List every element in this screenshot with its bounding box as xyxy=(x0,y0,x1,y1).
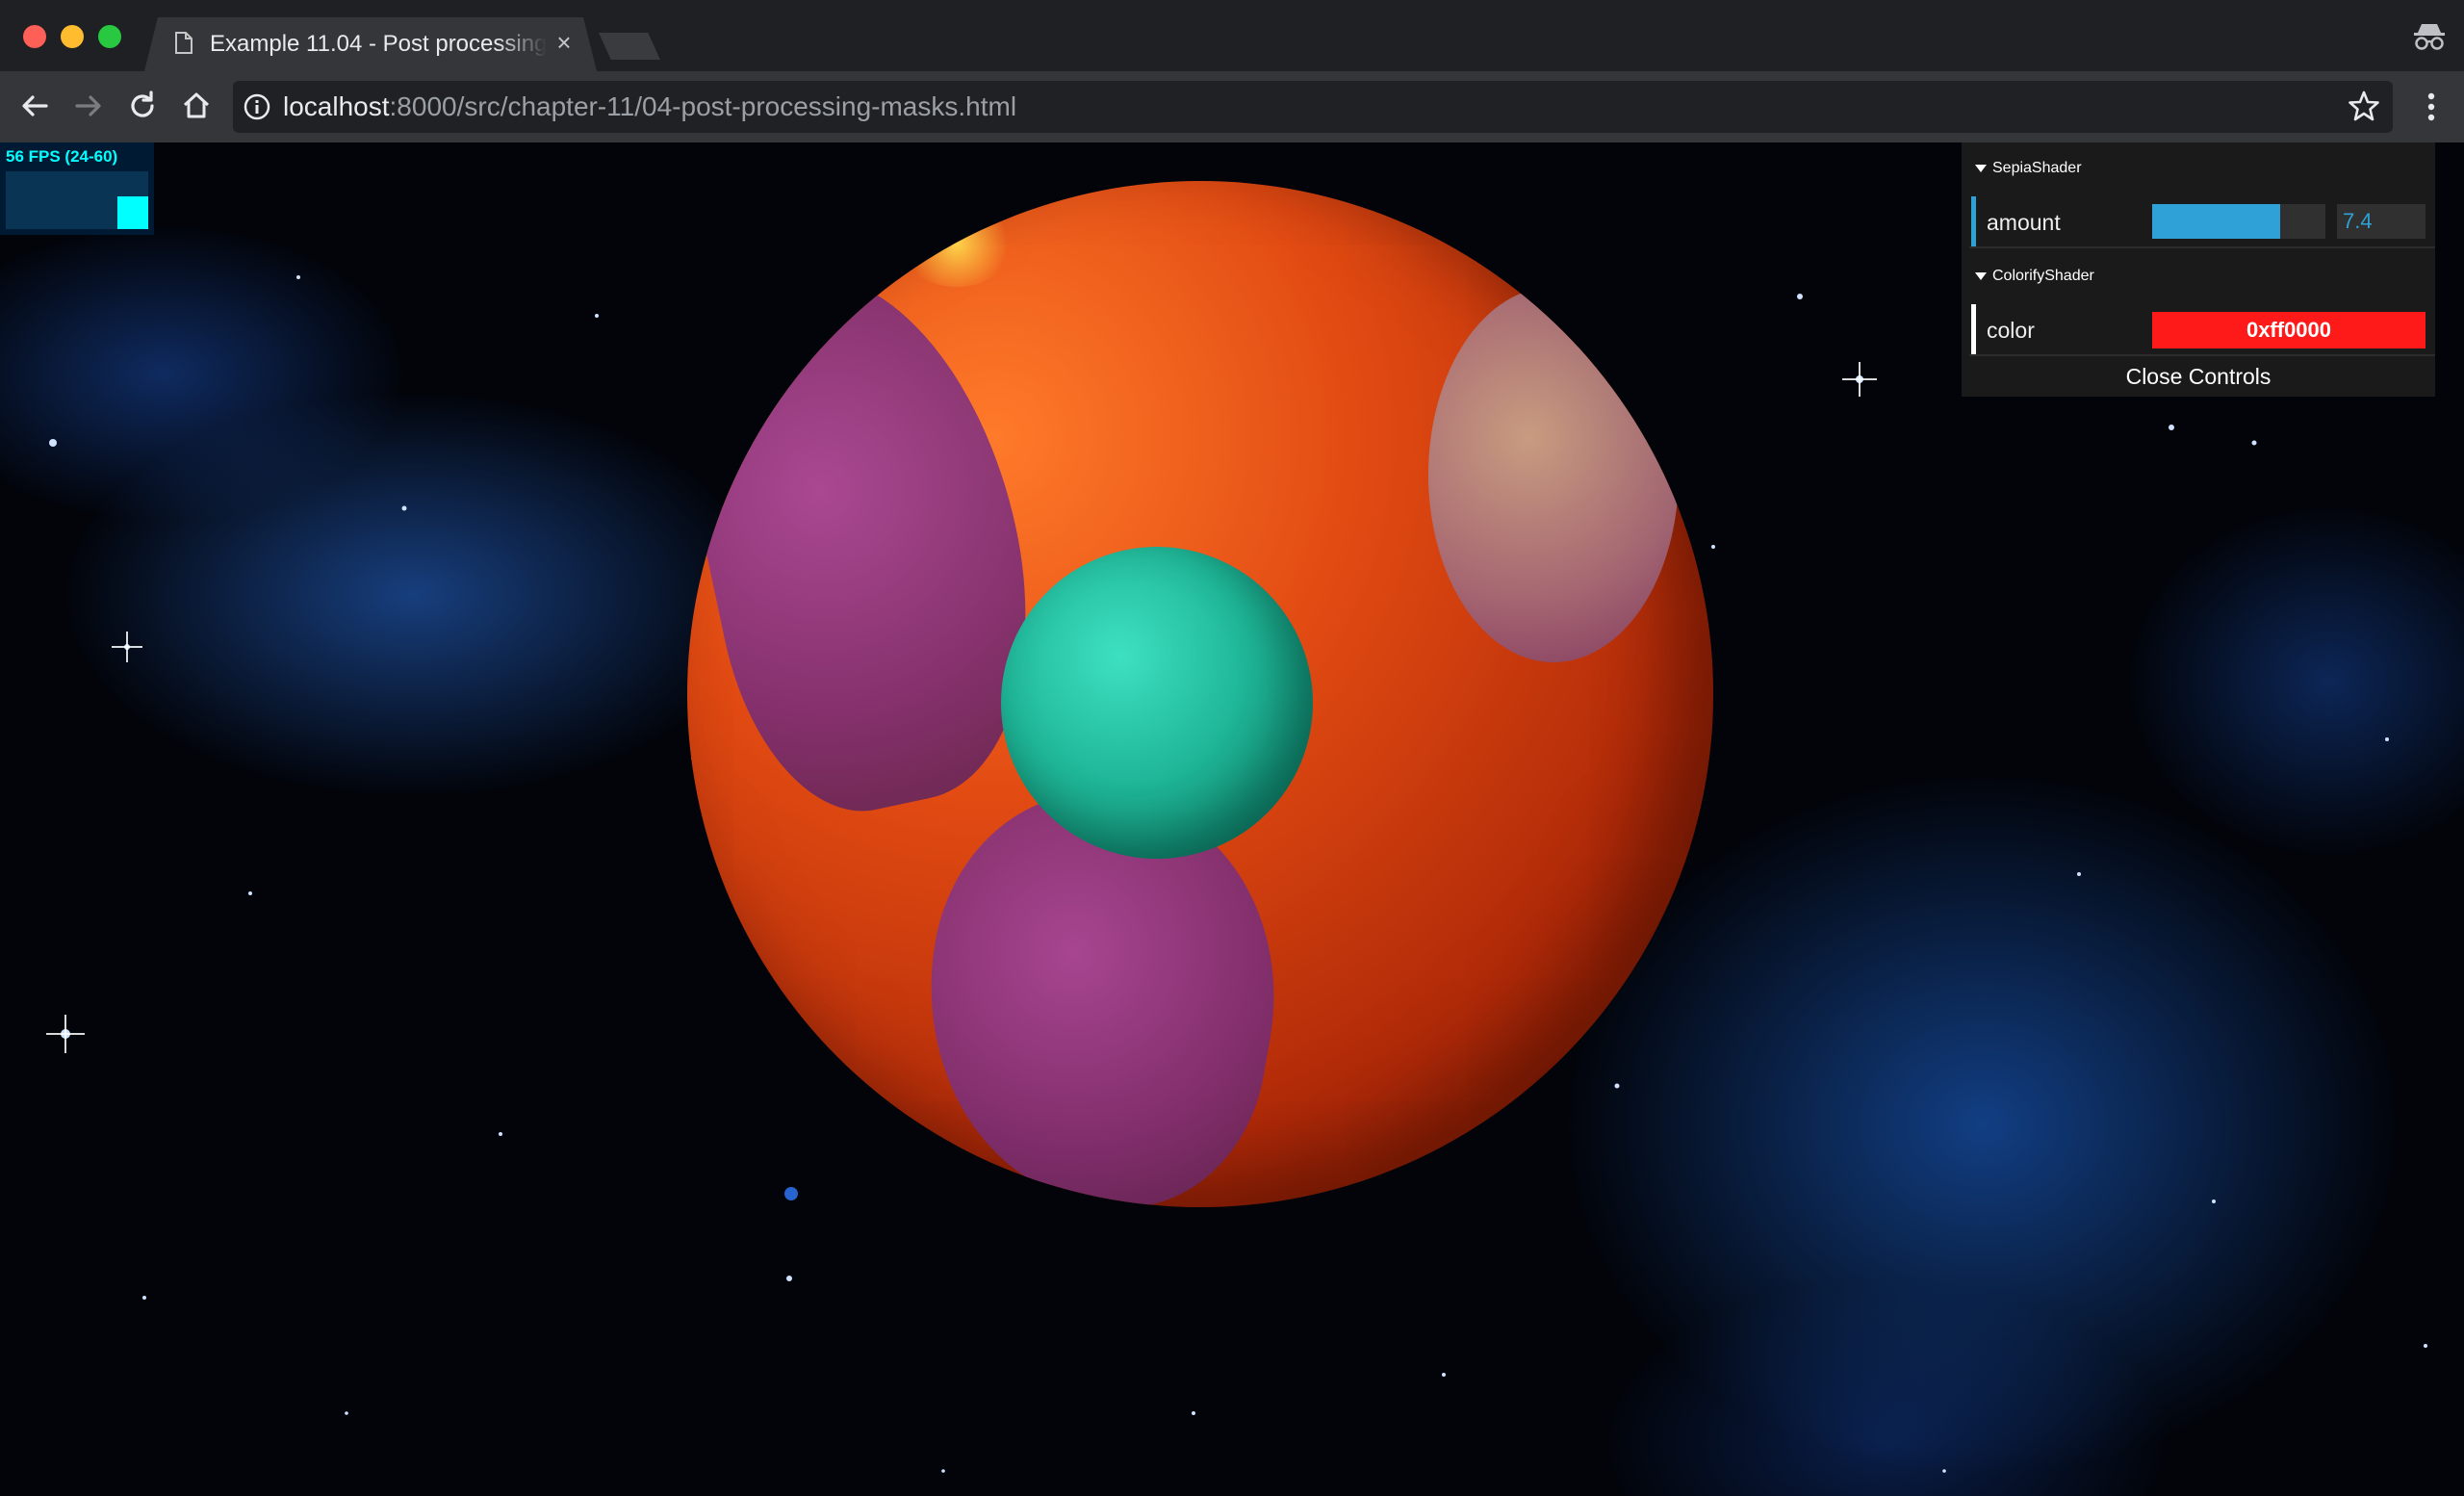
close-controls-button[interactable]: Close Controls xyxy=(1964,360,2433,393)
color-hex-input[interactable] xyxy=(2152,312,2426,348)
tab-close-button[interactable]: × xyxy=(551,29,578,56)
folder-sepiashader[interactable]: SepiaShader xyxy=(1975,150,2082,187)
kebab-menu-icon[interactable] xyxy=(2414,89,2449,125)
star-icon[interactable] xyxy=(2347,89,2381,123)
folder-title: ColorifyShader xyxy=(1992,268,2094,284)
amount-number-input[interactable] xyxy=(2337,204,2426,239)
url-host: localhost xyxy=(283,91,390,121)
info-icon[interactable] xyxy=(243,92,271,121)
control-label-amount: amount xyxy=(1987,210,2061,235)
caret-down-icon xyxy=(1975,165,1987,172)
close-window-button[interactable] xyxy=(23,25,46,48)
fps-graph-bar xyxy=(117,196,148,229)
tab-title: Example 11.04 - Post processing masks xyxy=(210,31,547,57)
fps-readout: 56 FPS (24-60) xyxy=(6,147,118,166)
forward-arrow-icon[interactable] xyxy=(69,87,108,125)
reload-icon[interactable] xyxy=(123,87,162,125)
home-icon[interactable] xyxy=(177,87,216,125)
caret-down-icon xyxy=(1975,272,1987,280)
url-path: :8000/src/chapter-11/04-post-processing-… xyxy=(389,91,1017,121)
page-icon xyxy=(175,32,192,54)
incognito-icon xyxy=(2414,24,2445,50)
control-label-color: color xyxy=(1987,318,2035,343)
url-text[interactable]: localhost:8000/src/chapter-11/04-post-pr… xyxy=(283,90,1016,123)
zoom-window-button[interactable] xyxy=(98,25,121,48)
africa-landmass xyxy=(1428,287,1679,662)
minimize-window-button[interactable] xyxy=(61,25,84,48)
folder-title: SepiaShader xyxy=(1992,160,2082,176)
amount-slider-fill xyxy=(2152,204,2281,239)
specular-highlight xyxy=(899,200,1014,287)
row-accent-bar xyxy=(1971,196,1976,246)
back-arrow-icon[interactable] xyxy=(15,87,54,125)
moon-sphere xyxy=(1001,547,1313,859)
row-accent-bar xyxy=(1971,304,1976,354)
folder-colorifyshader[interactable]: ColorifyShader xyxy=(1975,258,2094,295)
